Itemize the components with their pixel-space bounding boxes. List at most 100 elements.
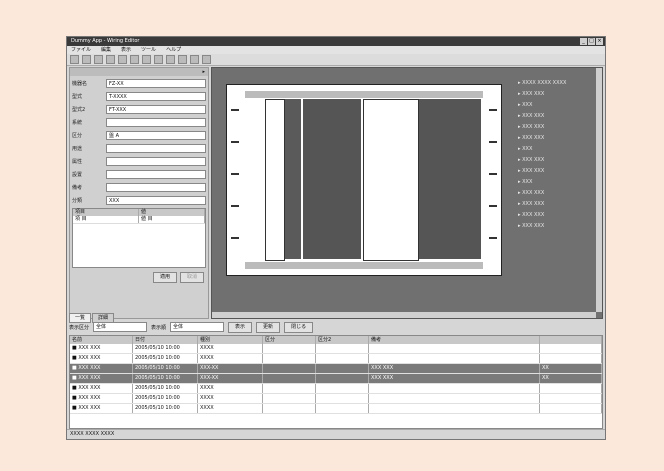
column-header[interactable]: 日付 [133, 336, 198, 344]
tree-item[interactable]: ▸ XXX XXX [518, 122, 598, 133]
right-ruler [483, 85, 501, 275]
menu-bar: ファイル 編集 表示 ツール ヘルプ [67, 46, 605, 54]
list-item[interactable]: ■ XXX XXX 2005/05/10 10:00 XXXX [70, 344, 602, 354]
list-cell: ■ XXX XXX [70, 394, 133, 403]
panel-header[interactable]: ▸ [70, 68, 208, 76]
menu-edit[interactable]: 編集 [101, 46, 111, 54]
menu-tools[interactable]: ツール [141, 46, 156, 54]
list-cell: XXXX [198, 344, 263, 353]
cancel-button[interactable]: 取消 [179, 272, 204, 283]
tree-item[interactable]: ▸ XXX [518, 177, 598, 188]
open-icon[interactable] [82, 55, 91, 64]
list-cell: XXX-XX [198, 364, 263, 373]
maximize-icon[interactable]: □ [588, 38, 595, 45]
field-row: 型式 T-XXXX [72, 90, 206, 102]
column-header[interactable]: 備考 [369, 336, 540, 344]
column-header[interactable]: 区分 [263, 336, 316, 344]
tree-item[interactable]: ▸ XXX [518, 100, 598, 111]
list-cell: XX [540, 364, 602, 373]
tree-item[interactable]: ▸ XXX XXX [518, 221, 598, 232]
cut-icon[interactable] [106, 55, 115, 64]
zoom-in-icon[interactable] [166, 55, 175, 64]
field-label: 分類 [72, 197, 83, 204]
filter-label-1: 表示区分 [69, 324, 90, 331]
menu-file[interactable]: ファイル [71, 46, 91, 54]
list-item[interactable]: ■ XXX XXX 2005/05/10 10:00 XXXX [70, 384, 602, 394]
tree-item[interactable]: ▸ XXXX XXXX XXXX [518, 78, 598, 89]
tree-item[interactable]: ▸ XXX XXX [518, 133, 598, 144]
list-item[interactable]: ■ XXX XXX 2005/05/10 10:00 XXXX [70, 354, 602, 364]
column-header[interactable]: 名前 [70, 336, 133, 344]
list-item[interactable]: ■ XXX XXX 2005/05/10 10:00 XXXX [70, 394, 602, 404]
list-cell: ■ XXX XXX [70, 364, 133, 373]
grid-cell: 項 目 [73, 216, 139, 223]
tree-item[interactable]: ▸ XXX XXX [518, 111, 598, 122]
filter-bar: 表示区分 全体 表示順 全体 表示 更新 閉じる [69, 321, 603, 333]
list-item[interactable]: ■ XXX XXX 2005/05/10 10:00 XXXX [70, 404, 602, 414]
print-icon[interactable] [190, 55, 199, 64]
close-icon[interactable]: × [596, 38, 603, 45]
save-icon[interactable] [94, 55, 103, 64]
column-header[interactable] [540, 336, 602, 344]
apply-button[interactable]: 適用 [152, 272, 177, 283]
horizontal-scrollbar[interactable] [212, 312, 596, 318]
zoom-out-icon[interactable] [178, 55, 187, 64]
tree-item[interactable]: ▸ XXX XXX [518, 210, 598, 221]
field-input[interactable] [106, 156, 206, 166]
toolbar [67, 54, 605, 66]
field-input[interactable]: FT-XXX [106, 104, 206, 114]
filter-select-2[interactable]: 全体 [170, 322, 225, 332]
field-input[interactable]: FZ-XX [106, 78, 206, 88]
list-cell: XXX XXX [369, 374, 540, 383]
menu-help[interactable]: ヘルプ [166, 46, 181, 54]
grid-row[interactable]: 項 目 値 目 [73, 216, 205, 224]
tree-item[interactable]: ▸ XXX XXX [518, 155, 598, 166]
list-item[interactable]: ■ XXX XXX 2005/05/10 10:00 XXX-XX XXX XXX XX [70, 364, 602, 374]
field-input[interactable] [106, 169, 206, 179]
show-button[interactable]: 表示 [228, 321, 253, 333]
field-input[interactable] [106, 182, 206, 192]
list-cell [316, 354, 369, 363]
field-input[interactable]: 盤 A [106, 130, 206, 140]
tree-item[interactable]: ▸ XXX XXX [518, 166, 598, 177]
column-header[interactable]: 種別 [198, 336, 263, 344]
undo-icon[interactable] [142, 55, 151, 64]
results-list[interactable]: 名前 日付 種別 区分 区分2 備考 ■ XXX XXX 2005/05/10 1… [69, 335, 603, 429]
wiring-sheet[interactable] [226, 84, 502, 276]
attribute-grid[interactable]: 項目 値 項 目 値 目 [72, 208, 206, 268]
redo-icon[interactable] [154, 55, 163, 64]
field-label: 区分 [72, 132, 83, 139]
list-header: 名前 日付 種別 区分 区分2 備考 [70, 336, 602, 344]
list-item[interactable]: ■ XXX XXX 2005/05/10 10:00 XXX-XX XXX XXX XX [70, 374, 602, 384]
field-input[interactable]: T-XXXX [106, 91, 206, 101]
tree-item[interactable]: ▸ XXX [518, 144, 598, 155]
filter-select-1[interactable]: 全体 [93, 322, 148, 332]
paste-icon[interactable] [130, 55, 139, 64]
drawing-canvas[interactable]: ▸ XXXX XXXX XXXX ▸ XXX XXX ▸ XXX ▸ XXX X… [211, 67, 603, 319]
help-icon[interactable] [202, 55, 211, 64]
vertical-scrollbar[interactable] [596, 68, 602, 312]
field-input[interactable] [106, 143, 206, 153]
menu-view[interactable]: 表示 [121, 46, 131, 54]
field-input[interactable]: XXX [106, 195, 206, 205]
list-cell [263, 364, 316, 373]
list-cell [316, 344, 369, 353]
list-cell: 2005/05/10 10:00 [133, 394, 198, 403]
minimize-icon[interactable]: _ [580, 38, 587, 45]
list-cell [263, 404, 316, 413]
list-cell: XX [540, 374, 602, 383]
tree-item[interactable]: ▸ XXX XXX [518, 89, 598, 100]
new-icon[interactable] [70, 55, 79, 64]
refresh-button[interactable]: 更新 [256, 321, 281, 333]
component-tree[interactable]: ▸ XXXX XXXX XXXX ▸ XXX XXX ▸ XXX ▸ XXX X… [518, 78, 598, 232]
field-input[interactable] [106, 117, 206, 127]
column-header[interactable]: 区分2 [316, 336, 369, 344]
list-cell: XXXX [198, 354, 263, 363]
list-cell: 2005/05/10 10:00 [133, 404, 198, 413]
list-cell [369, 354, 540, 363]
list-cell: ■ XXX XXX [70, 384, 133, 393]
close-button[interactable]: 閉じる [284, 321, 314, 333]
copy-icon[interactable] [118, 55, 127, 64]
tree-item[interactable]: ▸ XXX XXX [518, 188, 598, 199]
tree-item[interactable]: ▸ XXX XXX [518, 199, 598, 210]
